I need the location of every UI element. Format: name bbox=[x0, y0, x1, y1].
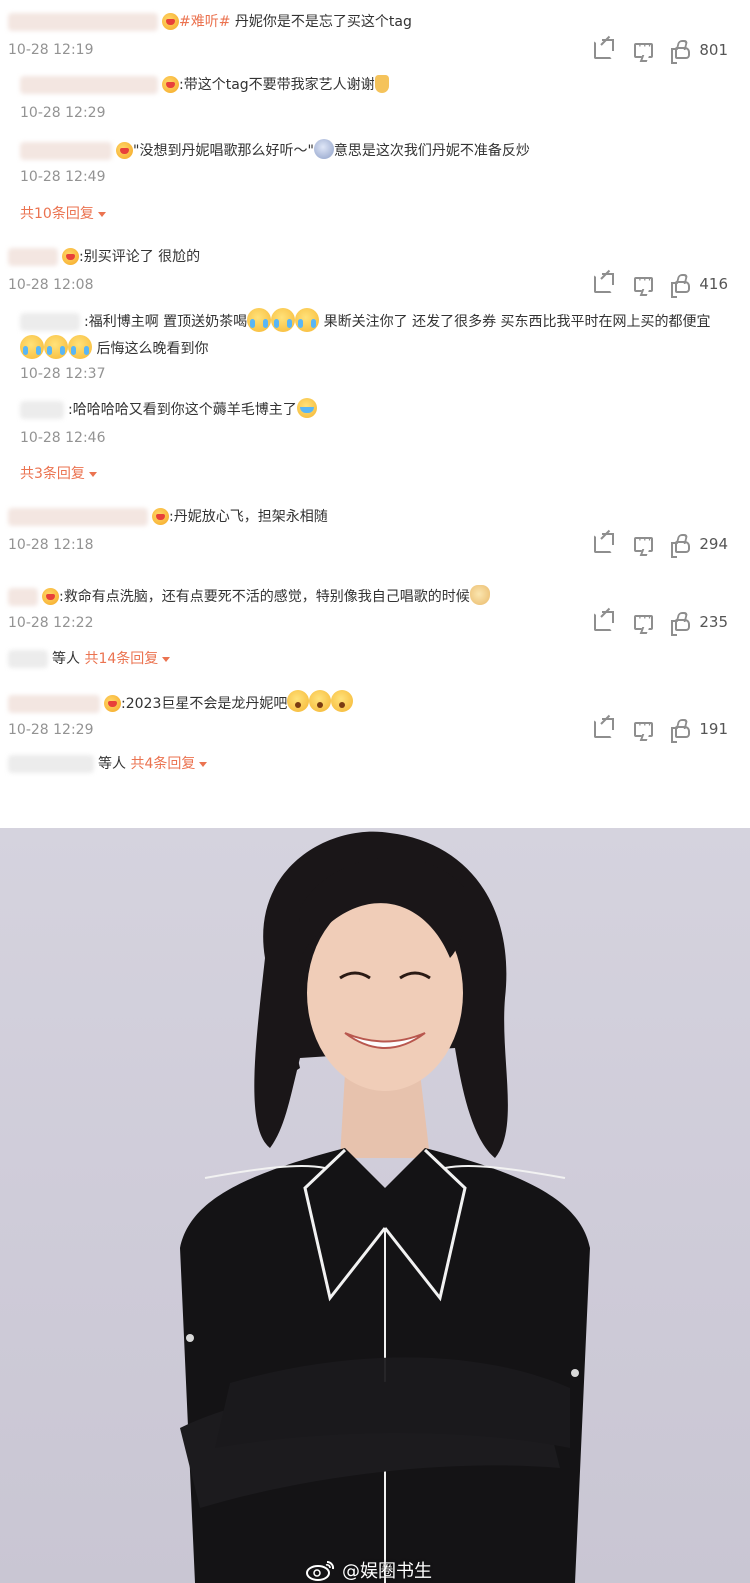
blurred-username[interactable] bbox=[8, 508, 148, 526]
comment-2-time: 10-28 12:08 bbox=[8, 277, 94, 293]
blurred-username[interactable] bbox=[20, 142, 112, 160]
cry-emoji-icon bbox=[271, 308, 296, 332]
caret-down-icon bbox=[88, 471, 97, 477]
like-count: 801 bbox=[699, 41, 728, 59]
comment-icon[interactable] bbox=[634, 533, 653, 552]
comment-4-text: :救命有点洗脑，还有点要死不活的感觉，特别像我自己唱歌的时候 bbox=[8, 585, 490, 607]
like-icon[interactable] bbox=[671, 280, 690, 298]
like-icon[interactable] bbox=[671, 618, 690, 636]
weibo-logo-icon bbox=[306, 1559, 336, 1581]
more-replies-link[interactable]: 共10条回复 bbox=[20, 205, 106, 223]
fan-badge-icon bbox=[162, 13, 179, 30]
reply-2-2-text: :哈哈哈哈又看到你这个薅羊毛博主了 bbox=[20, 398, 317, 420]
blurred-username[interactable] bbox=[20, 401, 64, 419]
blurred-username[interactable] bbox=[8, 695, 100, 713]
shock-emoji-icon bbox=[331, 690, 354, 712]
portrait-photo bbox=[0, 828, 750, 1583]
blurred-username[interactable] bbox=[8, 13, 158, 31]
comment-5-time: 10-28 12:29 bbox=[8, 722, 94, 738]
like-count: 294 bbox=[699, 535, 728, 553]
shock-emoji-icon bbox=[287, 690, 310, 712]
blurred-username[interactable] bbox=[8, 588, 38, 606]
cry-emoji-icon bbox=[44, 335, 68, 359]
like-count: 191 bbox=[699, 720, 728, 738]
weibo-watermark: @娱圈书生 bbox=[306, 1557, 432, 1583]
cry-emoji-icon bbox=[247, 308, 272, 332]
share-icon[interactable] bbox=[594, 39, 614, 59]
comment-5-actions: 191 bbox=[572, 717, 728, 743]
comment-icon[interactable] bbox=[634, 611, 653, 630]
cry-emoji-icon bbox=[68, 335, 92, 359]
comment-4-actions: 235 bbox=[572, 610, 728, 636]
like-icon[interactable] bbox=[671, 540, 690, 558]
comment-1-actions: 801 bbox=[572, 38, 728, 64]
comment-3-actions: 294 bbox=[572, 532, 728, 558]
comment-5-text: :2023巨星不会是龙丹妮吧 bbox=[8, 690, 354, 714]
reply-1-1-time: 10-28 12:29 bbox=[20, 105, 106, 121]
clown-emoji-icon bbox=[313, 139, 334, 159]
fan-badge-icon bbox=[62, 248, 79, 265]
caret-down-icon bbox=[97, 211, 106, 217]
comment-3-text: :丹妮放心飞，担架永相随 bbox=[8, 507, 328, 527]
reply-1-2-time: 10-28 12:49 bbox=[20, 169, 106, 185]
reply-2-2-time: 10-28 12:46 bbox=[20, 430, 106, 446]
comment-1-text: #难听# 丹妮你是不是忘了买这个tag bbox=[8, 12, 412, 32]
comment-icon[interactable] bbox=[634, 39, 653, 58]
comment-icon[interactable] bbox=[634, 718, 653, 737]
fan-badge-icon bbox=[104, 695, 121, 712]
fan-badge-icon bbox=[152, 508, 169, 525]
cry-emoji-icon bbox=[20, 335, 44, 359]
blurred-username[interactable] bbox=[20, 313, 80, 331]
blurred-username[interactable] bbox=[8, 248, 58, 266]
blurred-username bbox=[8, 755, 94, 773]
laugh-emoji-icon bbox=[296, 398, 317, 418]
blurred-username[interactable] bbox=[20, 76, 158, 94]
reply-summary[interactable]: 等人 共4条回复 bbox=[8, 755, 208, 773]
comment-2-actions: 416 bbox=[572, 272, 728, 298]
cry-emoji-icon bbox=[295, 308, 320, 332]
caret-down-icon bbox=[162, 656, 171, 662]
comment-3-time: 10-28 12:18 bbox=[8, 537, 94, 553]
comment-2-text: :别买评论了 很尬的 bbox=[8, 247, 200, 267]
reply-2-1-time: 10-28 12:37 bbox=[20, 366, 106, 382]
comment-icon[interactable] bbox=[634, 273, 653, 292]
share-icon[interactable] bbox=[594, 533, 614, 553]
share-icon[interactable] bbox=[594, 273, 614, 293]
caret-down-icon bbox=[199, 761, 208, 767]
like-count: 416 bbox=[699, 275, 728, 293]
watermark-text: @娱圈书生 bbox=[342, 1561, 432, 1582]
dog-emoji-icon bbox=[469, 585, 490, 605]
reply-summary[interactable]: 等人 共14条回复 bbox=[8, 650, 171, 668]
like-icon[interactable] bbox=[671, 725, 690, 743]
share-icon[interactable] bbox=[594, 718, 614, 738]
reply-2-1-text: :福利博主啊 置顶送奶茶喝 果断关注你了 还发了很多券 买东西比我平时在网上买的… bbox=[20, 308, 725, 362]
fan-badge-icon bbox=[42, 588, 59, 605]
blurred-username bbox=[8, 650, 48, 668]
portrait-illustration bbox=[180, 831, 590, 1583]
topic-tag[interactable]: #难听# bbox=[179, 14, 230, 30]
reply-1-1-text: :带这个tag不要带我家艺人谢谢 bbox=[20, 75, 389, 95]
reply-1-2-text: "没想到丹妮唱歌那么好听～" 意思是这次我们丹妮不准备反炒 bbox=[20, 139, 530, 161]
fan-badge-icon bbox=[162, 76, 179, 93]
more-replies-link[interactable]: 共3条回复 bbox=[20, 465, 97, 483]
comment-4-time: 10-28 12:22 bbox=[8, 615, 94, 631]
pray-emoji-icon bbox=[374, 75, 389, 93]
comment-list: #难听# 丹妮你是不是忘了买这个tag 10-28 12:19 801 :带这个… bbox=[0, 0, 750, 828]
like-icon[interactable] bbox=[671, 46, 690, 64]
share-icon[interactable] bbox=[594, 611, 614, 631]
comment-1-time: 10-28 12:19 bbox=[8, 42, 94, 58]
like-count: 235 bbox=[699, 613, 728, 631]
shock-emoji-icon bbox=[309, 690, 332, 712]
fan-badge-icon bbox=[116, 142, 133, 159]
